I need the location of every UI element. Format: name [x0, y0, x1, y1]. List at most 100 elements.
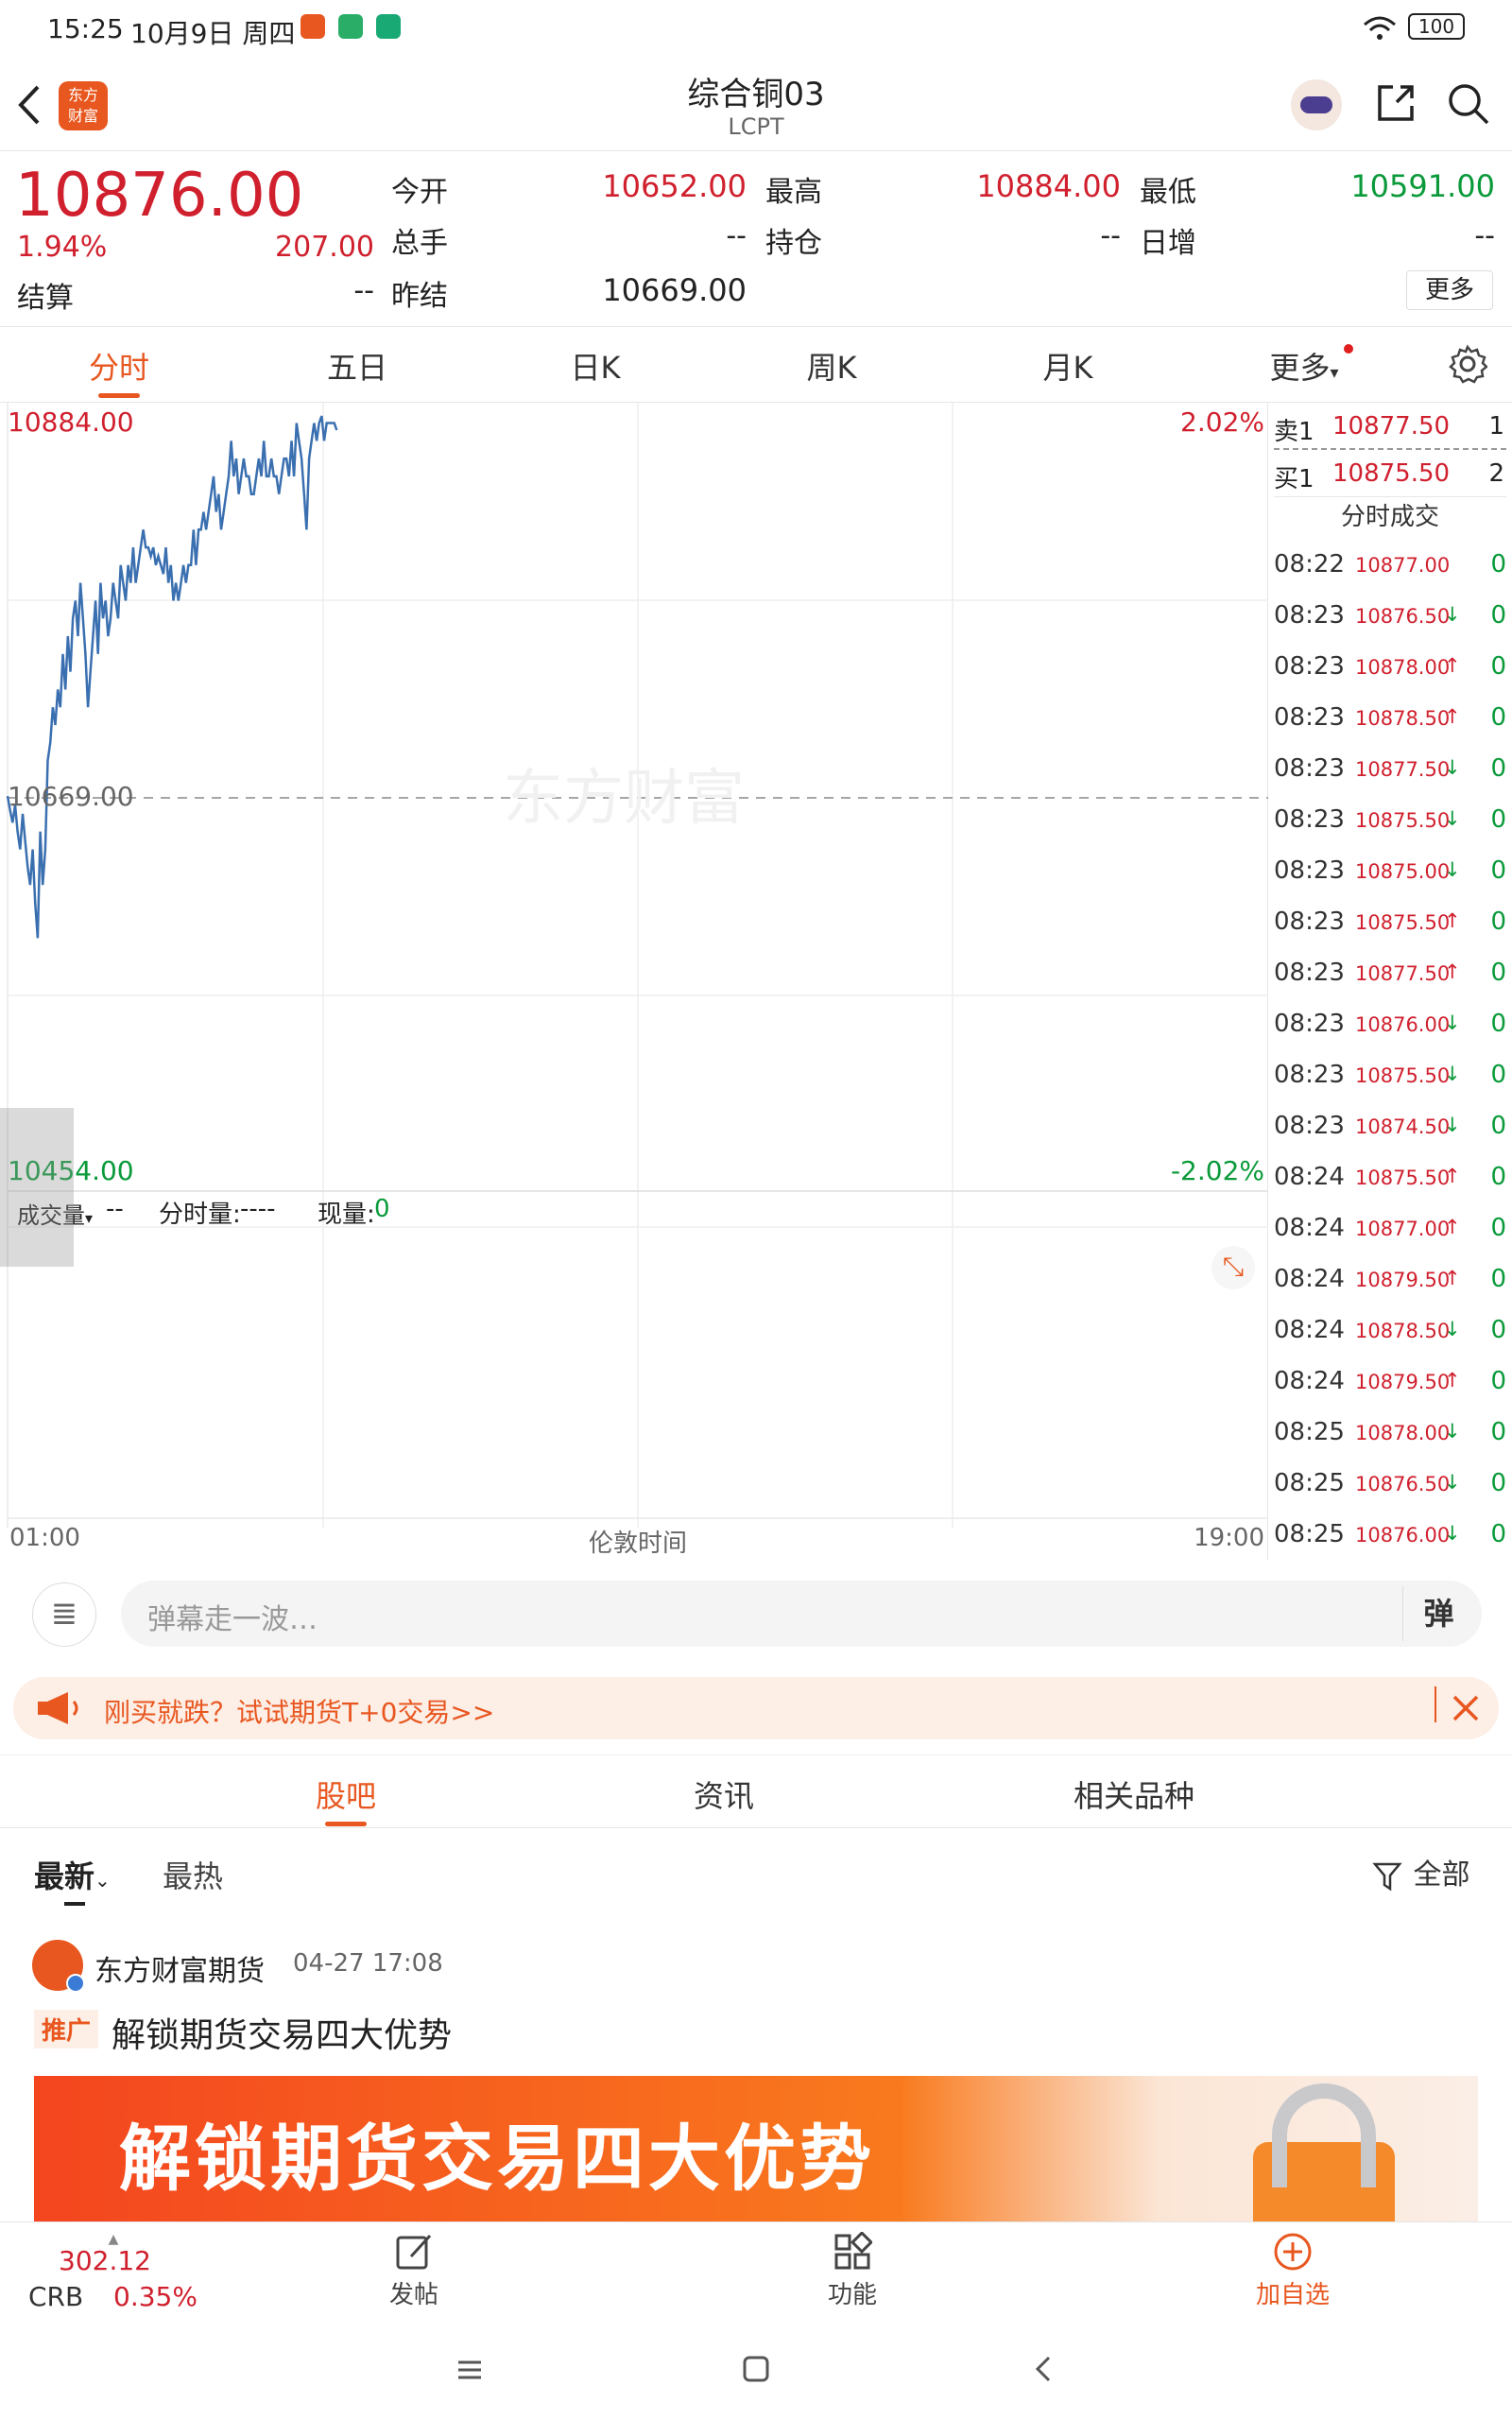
ask-row: 卖1 10877.50 1: [1274, 408, 1506, 450]
add-watchlist-button[interactable]: 加自选: [1236, 2232, 1349, 2317]
tab-weekly-k[interactable]: 周K: [807, 344, 857, 388]
more-quote-label: 更多: [1424, 276, 1474, 304]
padlock-shackle: [1272, 2083, 1376, 2187]
trade-direction-arrow-icon: ↑: [1444, 909, 1461, 932]
trade-price: 10875.50: [1355, 1167, 1451, 1189]
post-title[interactable]: 解锁期货交易四大优势: [112, 2008, 452, 2057]
menu-icon[interactable]: [455, 2356, 484, 2384]
active-tab-indicator: [98, 393, 140, 398]
prev-settle-label: 昨结: [391, 280, 448, 313]
intraday-chart[interactable]: 东方财富: [0, 403, 1268, 1560]
sort-latest-indicator: [64, 1902, 85, 1906]
daily-increase-label: 日增: [1140, 227, 1196, 260]
back-nav-icon[interactable]: [1030, 2354, 1058, 2384]
tab-daily-k[interactable]: 日K: [571, 344, 621, 388]
trade-time: 08:23: [1274, 908, 1345, 936]
bid-row: 买1 10875.50 2: [1274, 456, 1506, 497]
functions-button[interactable]: 功能: [796, 2230, 909, 2317]
price-series-line: [6, 415, 338, 939]
trade-row: 08:23 10876.50 ↓ 0: [1268, 594, 1512, 645]
side-drag-handle[interactable]: [0, 1108, 74, 1267]
settings-gear-icon[interactable]: [1448, 344, 1487, 384]
trade-price: 10875.00: [1355, 860, 1451, 883]
tab-more-label: 更多: [1269, 350, 1331, 386]
home-icon[interactable]: [741, 2354, 771, 2384]
danmaku-list-icon[interactable]: ≣: [32, 1582, 96, 1647]
trade-qty: 0: [1490, 1163, 1506, 1191]
close-icon[interactable]: [1450, 1692, 1482, 1724]
trade-row: 08:23 10875.50 ↓ 0: [1268, 1053, 1512, 1104]
post-banner-image[interactable]: 解锁期货交易四大优势: [34, 2076, 1478, 2221]
new-dot: [1344, 344, 1353, 354]
quote-panel: 10876.00 1.94% 207.00 结算 -- 今开 10652.00 …: [0, 151, 1512, 327]
post-button[interactable]: 发帖: [357, 2232, 471, 2317]
post-author-avatar[interactable]: [32, 1940, 85, 1993]
robot-assistant-icon[interactable]: [1291, 79, 1342, 130]
post-author[interactable]: 东方财富期货: [94, 1947, 265, 1989]
fenshi-volume-label: 分时量:: [159, 1201, 241, 1229]
tab-news[interactable]: 资讯: [694, 1772, 754, 1816]
trade-direction-arrow-icon: ↓: [1444, 603, 1461, 626]
trade-time: 08:24: [1274, 1163, 1345, 1191]
trade-qty: 0: [1490, 1469, 1506, 1497]
trade-time: 08:22: [1274, 550, 1345, 579]
trade-time: 08:24: [1274, 1367, 1345, 1395]
bid-qty: 2: [1488, 459, 1504, 488]
trade-price: 10879.50: [1355, 1269, 1451, 1291]
share-icon[interactable]: [1374, 81, 1418, 125]
trade-row: 08:24 10877.00 ↑ 0: [1268, 1206, 1512, 1257]
trade-price: 10879.50: [1355, 1371, 1451, 1393]
sort-latest-tab[interactable]: 最新⌄: [34, 1853, 111, 1896]
trade-price: 10877.00: [1355, 554, 1451, 577]
crb-label: CRB: [28, 2281, 84, 2312]
trade-qty: 0: [1490, 652, 1506, 681]
chart-tabs: 分时 五日 日K 周K 月K 更多▾: [0, 327, 1512, 403]
open-value: 10652.00: [602, 168, 747, 204]
trade-row: 08:23 10877.50 ↓ 0: [1268, 747, 1512, 798]
sort-hot-tab[interactable]: 最热: [163, 1853, 223, 1896]
low-label: 最低: [1140, 176, 1196, 209]
trade-qty: 0: [1490, 1214, 1506, 1242]
order-book-panel: 卖1 10877.50 1 买1 10875.50 2 分时成交 08:22 10…: [1268, 403, 1512, 1560]
tab-monthly-k[interactable]: 月K: [1043, 344, 1093, 388]
trade-row: 08:24 10879.50 ↑ 0: [1268, 1257, 1512, 1308]
volume-label: 总手: [391, 227, 448, 260]
fullscreen-expand-icon[interactable]: ⤡: [1211, 1246, 1255, 1289]
wifi-icon: [1364, 16, 1396, 40]
danmaku-send-button[interactable]: 弹: [1402, 1586, 1474, 1641]
trade-direction-arrow-icon: ↑: [1444, 654, 1461, 677]
trade-direction-arrow-icon: ↑: [1444, 1267, 1461, 1289]
y-axis-mid-label: 10669.00: [8, 781, 134, 812]
filter-button[interactable]: 全部: [1372, 1851, 1470, 1893]
trade-price: 10875.50: [1355, 911, 1451, 934]
promo-banner[interactable]: 刚买就跌？试试期货T+0交易>>: [13, 1677, 1499, 1739]
filter-label: 全部: [1413, 1858, 1470, 1892]
page-title: 综合铜03: [687, 76, 825, 113]
tab-five-day[interactable]: 五日: [327, 344, 387, 388]
tab-guba[interactable]: 股吧: [316, 1772, 376, 1816]
ask-qty: 1: [1488, 412, 1504, 441]
search-icon[interactable]: [1446, 81, 1491, 127]
trade-direction-arrow-icon: ↓: [1444, 1011, 1461, 1034]
trade-time: 08:23: [1274, 856, 1345, 885]
tab-fenshi[interactable]: 分时: [89, 344, 149, 388]
battery-level: 100: [1418, 15, 1455, 38]
trade-qty: 0: [1490, 703, 1506, 732]
crb-change: 0.35%: [113, 2281, 198, 2312]
trade-direction-arrow-icon: ↓: [1444, 1114, 1461, 1136]
trade-price: 10877.50: [1355, 962, 1451, 985]
more-quote-button[interactable]: 更多: [1406, 270, 1493, 310]
tab-related[interactable]: 相关品种: [1074, 1772, 1194, 1816]
trade-time: 08:23: [1274, 703, 1345, 732]
tab-more[interactable]: 更多▾: [1269, 344, 1338, 388]
chart-area: 东方财富 10884.00 2.02% 10669.00 10454.00 -2…: [0, 403, 1268, 1560]
banner-headline: 解锁期货交易四大优势: [119, 2117, 875, 2201]
settle-value: --: [353, 274, 374, 307]
crb-index-widget[interactable]: ▲ 302.12 CRB 0.35%: [19, 2232, 208, 2317]
trade-price: 10876.50: [1355, 1473, 1451, 1495]
content-tabs: 股吧 资讯 相关品种: [0, 1754, 1512, 1828]
trade-time: 08:23: [1274, 1010, 1345, 1038]
danmaku-input[interactable]: 弹幕走一波… 弹: [121, 1581, 1482, 1647]
sort-hot-label: 最热: [163, 1858, 224, 1894]
change-percent: 1.94%: [17, 231, 108, 264]
